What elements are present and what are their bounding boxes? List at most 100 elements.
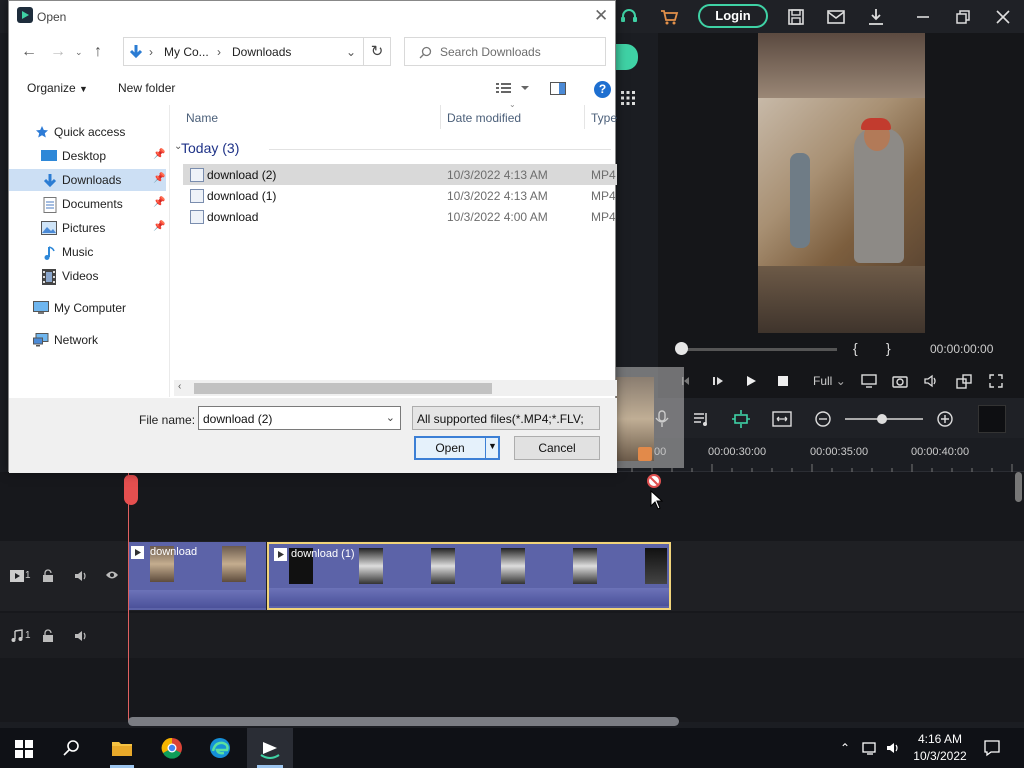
timeline-clip-download-1[interactable]: download (1) (267, 542, 671, 610)
system-clock[interactable]: 4:16 AM 10/3/2022 (910, 731, 970, 765)
playhead-handle[interactable] (124, 475, 138, 505)
pane-divider[interactable] (169, 105, 170, 397)
organize-chevron-icon: ▼ (79, 84, 88, 94)
stop-icon[interactable] (776, 374, 790, 388)
fullscreen-icon[interactable] (987, 372, 1005, 390)
scroll-left-icon[interactable]: ‹ (178, 381, 181, 392)
mark-in-button[interactable]: { (853, 340, 858, 356)
file-name-input[interactable]: download (2) ⌄ (198, 406, 401, 430)
timeline-horizontal-scrollbar[interactable] (128, 717, 679, 726)
column-header-name[interactable]: Name (186, 111, 218, 125)
sidebar-item-videos[interactable]: Videos (9, 265, 166, 287)
network-tray-icon[interactable] (862, 740, 880, 756)
download-arrow-icon (42, 173, 58, 188)
sidebar-item-quick-access[interactable]: Quick access (9, 121, 166, 143)
login-button[interactable]: Login (698, 4, 768, 28)
edge-icon[interactable] (209, 737, 231, 759)
headset-support-icon[interactable] (618, 6, 640, 28)
lock-icon[interactable] (42, 629, 54, 643)
filmora-taskbar-button[interactable] (247, 728, 293, 768)
zoom-out-icon[interactable] (814, 410, 832, 428)
sidebar-item-my-computer[interactable]: My Computer (9, 297, 166, 319)
file-type-filter-select[interactable]: All supported files(*.MP4;*.FLV; (412, 406, 600, 430)
notifications-icon[interactable] (983, 739, 1001, 757)
column-divider[interactable] (440, 105, 441, 129)
volume-tray-icon[interactable] (885, 740, 901, 756)
render-preview-icon[interactable] (955, 372, 973, 390)
download-icon[interactable] (865, 6, 887, 28)
preview-pane-icon[interactable] (550, 82, 566, 95)
sidebar-item-desktop[interactable]: Desktop 📌 (9, 145, 166, 167)
help-icon[interactable]: ? (594, 81, 611, 98)
column-header-type[interactable]: Type (591, 111, 617, 125)
fit-timeline-icon[interactable] (772, 410, 792, 428)
mark-out-button[interactable]: } (886, 340, 891, 356)
minimize-icon[interactable] (912, 6, 934, 28)
sidebar-item-documents[interactable]: Documents 📌 (9, 193, 166, 215)
file-row[interactable]: download (1) 10/3/2022 4:13 AM MP4 (183, 185, 617, 206)
new-folder-button[interactable]: New folder (118, 81, 175, 95)
step-forward-icon[interactable] (711, 374, 725, 388)
file-row[interactable]: download 10/3/2022 4:00 AM MP4 (183, 206, 617, 227)
up-arrow-icon[interactable]: ↑ (94, 43, 102, 61)
timeline-layout-toggle[interactable] (978, 405, 1006, 433)
sidebar-item-network[interactable]: Network (9, 329, 166, 351)
timeline-vertical-scrollbar[interactable] (1015, 472, 1022, 502)
eye-visibility-icon[interactable] (105, 570, 119, 580)
chrome-icon[interactable] (161, 737, 183, 759)
sidebar-item-pictures[interactable]: Pictures 📌 (9, 217, 166, 239)
back-arrow-icon[interactable]: ← (21, 43, 37, 61)
audio-track[interactable] (0, 613, 1024, 658)
mail-icon[interactable] (825, 6, 847, 28)
mute-speaker-icon[interactable] (74, 629, 88, 643)
close-app-icon[interactable] (992, 6, 1014, 28)
address-bar[interactable]: › My Co... › Downloads ⌄ (123, 37, 364, 66)
breadcrumb-my-computer[interactable]: My Co... (164, 45, 209, 59)
file-explorer-icon[interactable] (111, 738, 133, 758)
apps-grid-icon[interactable] (620, 90, 636, 106)
play-icon[interactable] (744, 374, 758, 388)
cancel-button[interactable]: Cancel (514, 436, 600, 460)
timeline-zoom-handle[interactable] (877, 414, 887, 424)
preview-scrub-handle[interactable] (675, 342, 688, 355)
zoom-select[interactable]: Full ⌄ (813, 374, 846, 388)
forward-arrow-icon[interactable]: → (50, 43, 66, 61)
cart-icon[interactable] (658, 6, 680, 28)
restore-icon[interactable] (952, 6, 974, 28)
snap-magnet-icon[interactable] (731, 409, 751, 429)
lock-icon[interactable] (42, 569, 54, 583)
timeline-clip-download[interactable]: download (128, 542, 266, 610)
open-button[interactable]: Open ▼ (414, 436, 500, 460)
split-divider (485, 438, 486, 458)
windows-start-icon[interactable] (15, 740, 33, 758)
mute-speaker-icon[interactable] (74, 569, 88, 583)
snapshot-camera-icon[interactable] (891, 372, 909, 390)
column-divider[interactable] (584, 105, 585, 129)
dialog-close-icon[interactable]: ✕ (594, 6, 608, 26)
group-header-today[interactable]: Today (3) (181, 140, 239, 156)
preview-scrub-bar[interactable] (682, 348, 837, 351)
refresh-icon[interactable]: ↻ (364, 37, 391, 66)
organize-menu[interactable]: Organize ▼ (27, 81, 88, 95)
open-dropdown-icon[interactable]: ▼ (488, 441, 497, 451)
tray-chevron-up-icon[interactable]: ⌃ (840, 741, 850, 755)
save-icon[interactable] (785, 6, 807, 28)
scrollbar-thumb[interactable] (194, 383, 492, 394)
column-header-date-modified[interactable]: Date modified (447, 111, 521, 125)
audio-mixer-icon[interactable] (692, 410, 710, 428)
search-box[interactable]: Search Downloads (404, 37, 606, 66)
file-row[interactable]: download (2) 10/3/2022 4:13 AM MP4 (183, 164, 617, 185)
zoom-in-icon[interactable] (936, 410, 954, 428)
view-options-icon[interactable] (496, 81, 530, 95)
volume-icon[interactable] (922, 372, 940, 390)
breadcrumb-downloads[interactable]: Downloads (232, 45, 291, 59)
display-settings-icon[interactable] (860, 372, 878, 390)
file-list-horizontal-scrollbar[interactable]: ‹ (174, 380, 617, 396)
search-icon[interactable] (63, 739, 81, 757)
playhead-line[interactable] (128, 472, 129, 722)
recent-chevron-icon[interactable]: ⌄ (75, 47, 83, 58)
address-dropdown-chevron-icon[interactable]: ⌄ (346, 45, 356, 59)
sidebar-item-music[interactable]: Music (9, 241, 166, 263)
sidebar-item-downloads[interactable]: Downloads 📌 (9, 169, 166, 191)
file-name-dropdown-icon[interactable]: ⌄ (386, 411, 395, 424)
